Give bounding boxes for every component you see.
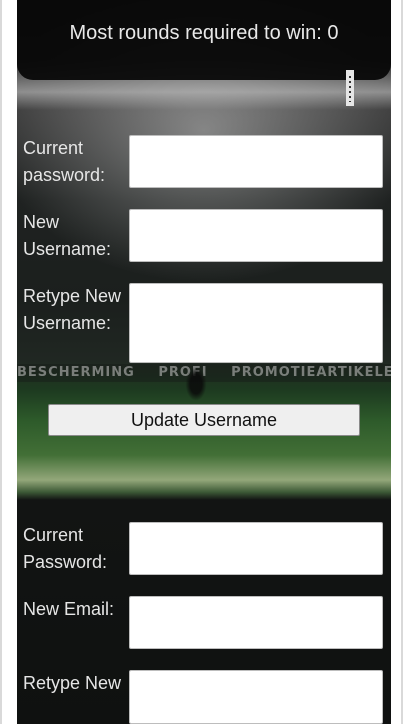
update-username-button[interactable]: Update Username — [48, 404, 360, 436]
email-current-password-input[interactable] — [129, 522, 383, 575]
current-password-label: Current password: — [23, 138, 106, 185]
banner-text: PROMOTIEARTIKELEN — [231, 365, 391, 380]
retype-email-input[interactable] — [129, 670, 383, 724]
new-email-label: New Email: — [23, 599, 115, 619]
stats-panel: Most rounds required to win: 0 — [17, 0, 391, 80]
retype-username-label: Retype New Username: — [23, 286, 122, 333]
retype-email-label: Retype New — [23, 673, 122, 693]
page-frame: BESCHERMING PROFI PROMOTIEARTIKELEN Most… — [17, 0, 391, 724]
retype-username-input[interactable] — [129, 283, 383, 363]
new-username-label: New Username: — [23, 212, 112, 259]
player-silhouette — [181, 360, 211, 408]
banner-text: BESCHERMING — [17, 365, 135, 380]
new-username-input[interactable] — [129, 209, 383, 262]
most-rounds-stat: Most rounds required to win: 0 — [69, 22, 339, 44]
corner-flag-sign — [346, 70, 354, 106]
current-password-input[interactable] — [129, 135, 383, 188]
new-email-input[interactable] — [129, 596, 383, 649]
email-current-password-label: Current Password: — [23, 525, 108, 572]
page-border-left — [0, 0, 2, 724]
